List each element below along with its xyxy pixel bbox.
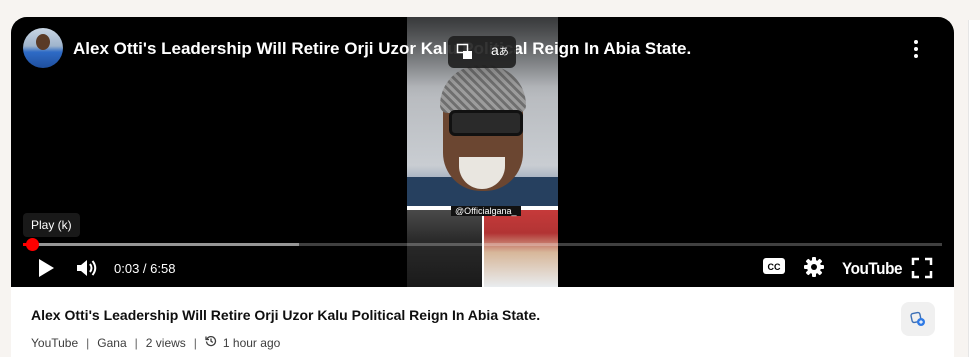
meta-separator: | [134,335,138,350]
picture-in-picture-icon[interactable] [456,43,474,66]
volume-icon[interactable] [75,257,99,284]
right-panel-edge [968,20,980,357]
video-player[interactable]: @Officialgana_ Alex Otti's Leadership Wi… [11,17,954,287]
meta-channel[interactable]: Gana [97,336,126,350]
fullscreen-icon[interactable] [911,257,933,284]
closed-captions-icon[interactable]: CC [763,258,785,279]
channel-avatar[interactable] [23,28,63,68]
settings-gear-icon[interactable] [803,256,825,283]
more-vert-icon[interactable] [906,37,926,61]
video-card: @Officialgana_ Alex Otti's Leadership Wi… [11,17,954,357]
svg-text:CC: CC [768,262,781,272]
play-tooltip: Play (k) [23,213,80,237]
progress-bar[interactable] [23,243,942,246]
meta-separator: | [193,335,197,350]
history-icon [205,335,217,350]
video-info: Alex Otti's Leadership Will Retire Orji … [11,287,954,357]
meta-separator: | [86,335,90,350]
share-badge-icon[interactable] [901,302,935,336]
meta-views: 2 views [145,335,186,350]
meta-source: YouTube [31,335,79,350]
progress-scrubber[interactable] [26,238,39,251]
video-overlay-actions: aあ [448,36,516,68]
avatar-head [36,34,50,50]
watermark-handle: @Officialgana_ [451,206,521,216]
time-display: 0:03 / 6:58 [114,261,176,276]
video-subject-glasses [449,110,523,136]
video-meta: YouTube | Gana | 2 views | 1 hour ago [31,335,280,350]
translate-icon[interactable]: aあ [491,42,509,58]
info-video-title[interactable]: Alex Otti's Leadership Will Retire Orji … [31,307,540,323]
player-controls: 0:03 / 6:58 CC YouTube [11,251,954,287]
progress-buffered [23,243,299,246]
player-video-title[interactable]: Alex Otti's Leadership Will Retire Orji … [73,39,691,59]
play-icon[interactable] [36,257,56,284]
meta-time-ago: 1 hour ago [222,335,281,350]
youtube-logo[interactable]: YouTube [842,259,902,279]
